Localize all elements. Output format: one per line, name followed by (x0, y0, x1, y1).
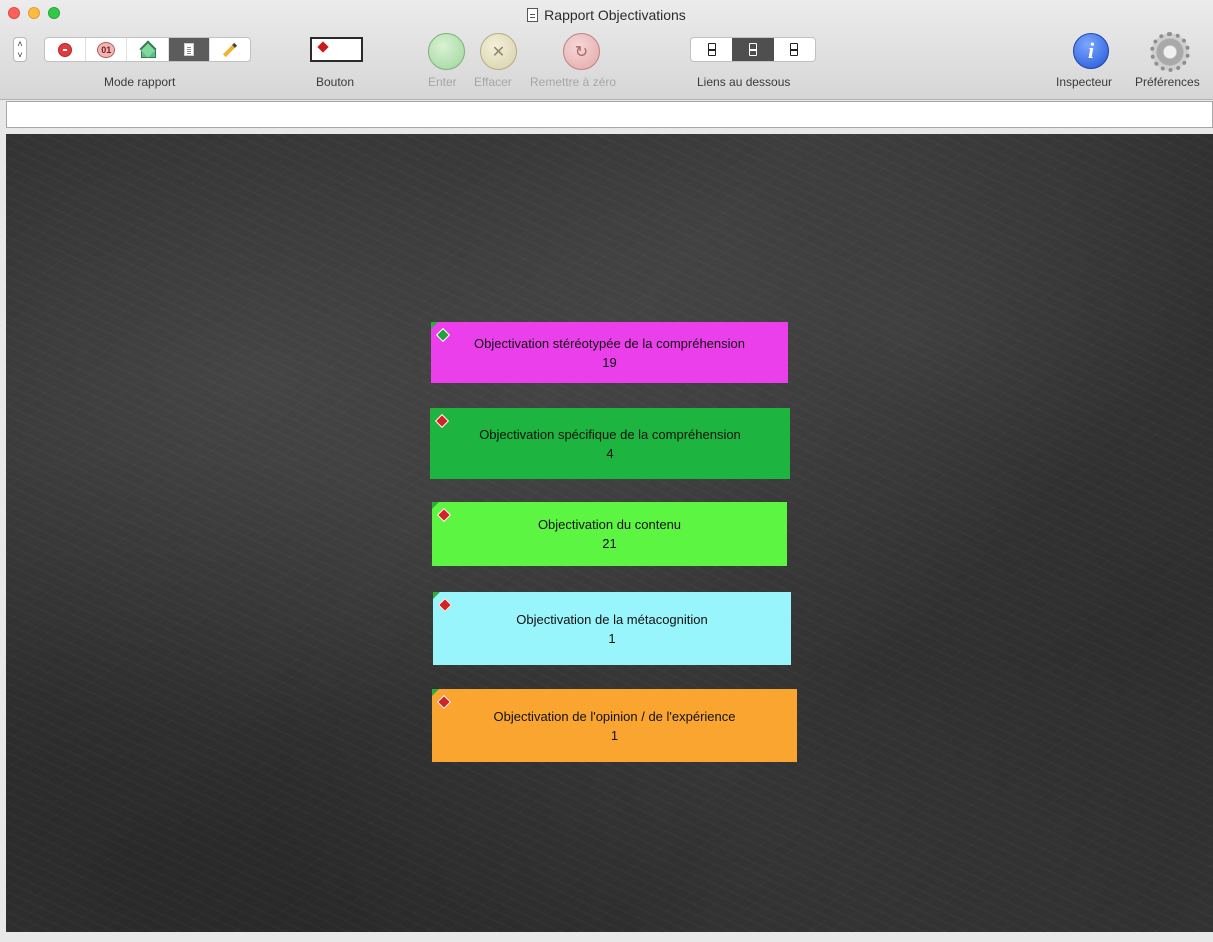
bouton-label: Bouton (316, 75, 355, 89)
corner-marker (432, 502, 439, 509)
card-title: Objectivation stéréotypée de la compréhe… (474, 335, 745, 351)
record-icon (58, 42, 73, 57)
corner-marker (432, 689, 439, 696)
reset-label: Remettre à zéro (530, 75, 617, 89)
links-option-2[interactable] (732, 38, 774, 61)
card-count: 1 (610, 727, 619, 743)
effacer-button[interactable]: ✕ (480, 33, 517, 70)
window-titlebar: Rapport Objectivations ˄ ˅ 01 Mode rappor… (0, 0, 1213, 100)
corner-marker (433, 592, 440, 599)
mode-stepper[interactable]: ˄ ˅ (13, 37, 27, 62)
diamond-icon (436, 507, 452, 523)
reset-icon: ↻ (574, 43, 589, 61)
bouton-button[interactable] (310, 37, 363, 62)
page-icon (183, 43, 194, 56)
counter-mode-button[interactable]: 01 (86, 38, 128, 61)
diamond-icon (435, 327, 451, 343)
enter-label: Enter (428, 75, 457, 89)
window-title: Rapport Objectivations (0, 7, 1213, 23)
home-mode-button[interactable] (127, 38, 169, 61)
links-segmented-control (690, 37, 816, 62)
record-mode-button[interactable] (45, 38, 87, 61)
preferences-label: Préférences (1135, 75, 1200, 89)
objectivation-card-2[interactable]: Objectivation spécifique de la compréhen… (430, 408, 790, 479)
card-count: 1 (608, 630, 616, 646)
card-title: Objectivation spécifique de la compréhen… (479, 426, 741, 442)
objectivation-card-3[interactable]: Objectivation du contenu 21 (432, 502, 787, 566)
links-top-icon (707, 43, 716, 56)
corner-marker (430, 408, 437, 415)
diamond-icon (317, 41, 329, 53)
enter-button[interactable] (428, 33, 465, 70)
pencil-icon (222, 42, 237, 57)
edit-mode-button[interactable] (210, 38, 250, 61)
card-title: Objectivation de la métacognition (516, 611, 708, 627)
links-below-icon (748, 43, 757, 56)
report-canvas: Objectivation stéréotypée de la compréhe… (6, 134, 1213, 932)
document-icon (527, 8, 539, 22)
links-option-1[interactable] (691, 38, 732, 61)
mode-rapport-label: Mode rapport (104, 75, 176, 89)
links-label: Liens au dessous (697, 75, 791, 89)
inspector-icon[interactable]: i (1073, 33, 1109, 69)
home-icon (140, 44, 156, 58)
path-field[interactable] (6, 101, 1213, 128)
objectivation-card-1[interactable]: Objectivation stéréotypée de la compréhe… (431, 322, 788, 383)
diamond-icon (434, 413, 450, 429)
objectivation-card-4[interactable]: Objectivation de la métacognition 1 (433, 592, 791, 665)
card-title: Objectivation du contenu (537, 517, 682, 532)
diamond-icon (437, 597, 453, 613)
corner-marker (431, 322, 438, 329)
card-title: Objectivation de l'opinion / de l'expéri… (493, 708, 736, 724)
bottom-bar (0, 932, 1213, 942)
clear-icon: ✕ (491, 43, 506, 61)
links-option-3[interactable] (774, 38, 815, 61)
reset-button[interactable]: ↻ (563, 33, 600, 70)
mode-segmented-control: 01 (44, 37, 251, 62)
diamond-icon (436, 694, 452, 710)
report-mode-button[interactable] (168, 38, 210, 61)
card-count: 19 (602, 354, 617, 370)
effacer-label: Effacer (474, 75, 512, 89)
objectivation-card-5[interactable]: Objectivation de l'opinion / de l'expéri… (432, 689, 797, 762)
gear-icon[interactable] (1150, 32, 1190, 72)
card-count: 21 (602, 536, 617, 551)
counter-icon: 01 (97, 41, 116, 58)
links-both-icon (790, 43, 799, 56)
inspector-label: Inspecteur (1056, 75, 1113, 89)
card-count: 4 (606, 445, 614, 461)
